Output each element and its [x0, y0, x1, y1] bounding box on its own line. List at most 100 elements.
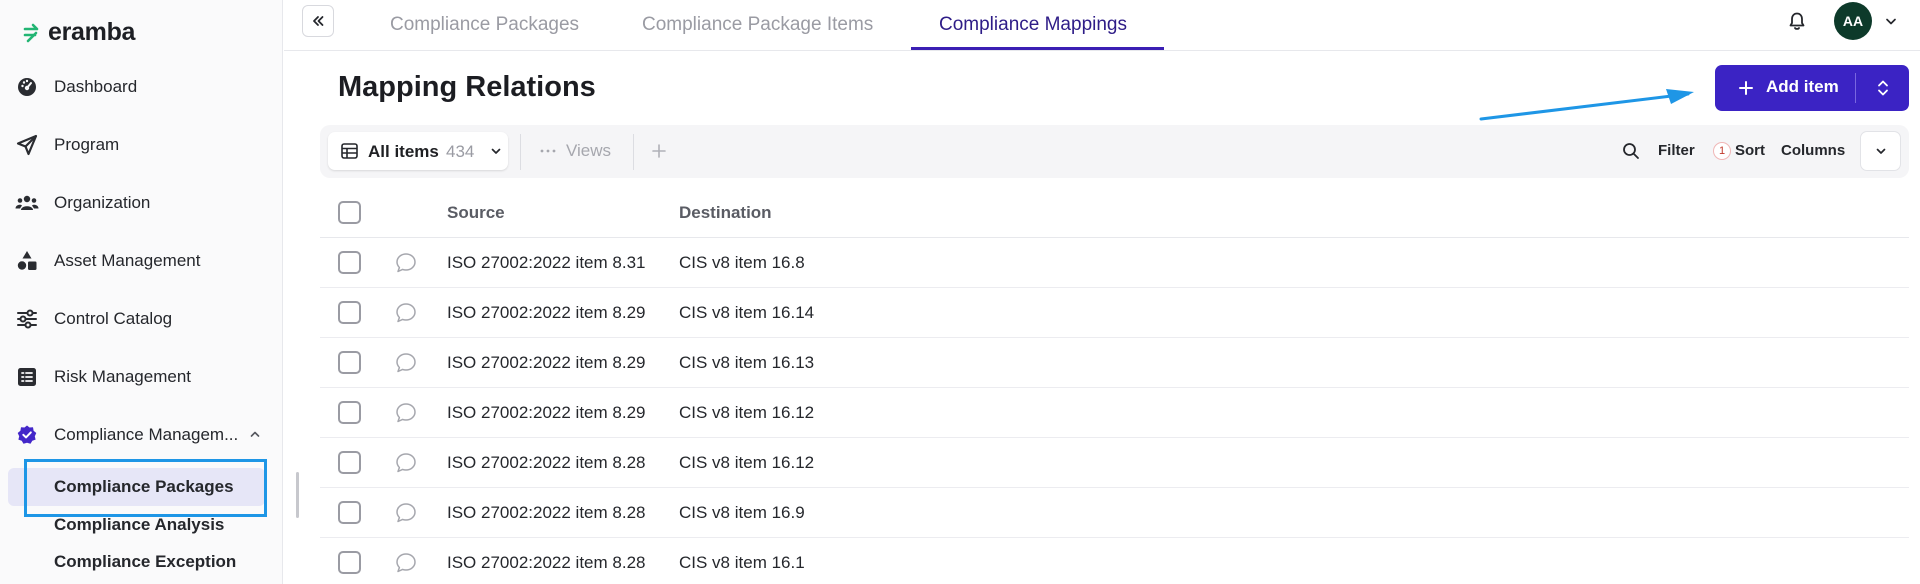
- table-row[interactable]: ISO 27002:2022 item 8.28 CIS v8 item 16.…: [320, 538, 1909, 584]
- tab-compliance-packages[interactable]: Compliance Packages: [390, 0, 579, 50]
- column-header-source[interactable]: Source: [447, 203, 505, 223]
- send-icon: [16, 134, 38, 156]
- active-tab-indicator: [911, 47, 1164, 50]
- sidebar-item-dashboard[interactable]: Dashboard: [0, 67, 283, 107]
- comment-icon[interactable]: [394, 451, 418, 475]
- cell-destination: CIS v8 item 16.12: [679, 403, 815, 422]
- bell-icon[interactable]: [1786, 10, 1808, 32]
- select-all-checkbox[interactable]: [338, 201, 361, 224]
- table-row[interactable]: ISO 27002:2022 item 8.28 CIS v8 item 16.…: [320, 488, 1909, 538]
- tab-compliance-package-items[interactable]: Compliance Package Items: [642, 0, 873, 50]
- toolbar-more-button[interactable]: [1860, 131, 1901, 171]
- view-label: All items: [368, 142, 439, 161]
- tab-compliance-mappings[interactable]: Compliance Mappings: [939, 0, 1127, 50]
- sliders-icon: [17, 309, 37, 329]
- row-checkbox[interactable]: [338, 451, 361, 474]
- chevron-down-icon[interactable]: [1884, 14, 1898, 28]
- users-icon: [15, 195, 39, 210]
- add-view-icon[interactable]: [650, 142, 668, 160]
- table-row[interactable]: ISO 27002:2022 item 8.31 CIS v8 item 16.…: [320, 238, 1909, 288]
- add-item-button[interactable]: Add item: [1715, 65, 1909, 111]
- cell-source: ISO 27002:2022 item 8.28: [447, 503, 646, 522]
- sidebar-item-label: Program: [54, 135, 120, 154]
- chevron-up-down-icon[interactable]: [1875, 79, 1891, 97]
- more-horizontal-icon: [540, 149, 556, 153]
- sort-button[interactable]: Sort: [1735, 142, 1765, 159]
- page-title: Mapping Relations: [338, 71, 596, 103]
- cell-destination: CIS v8 item 16.12: [679, 453, 815, 472]
- row-checkbox[interactable]: [338, 551, 361, 574]
- table-header: Source Destination: [320, 188, 1909, 238]
- row-checkbox[interactable]: [338, 501, 361, 524]
- button-divider: [1855, 73, 1856, 103]
- sidebar-item-control-catalog[interactable]: Control Catalog: [0, 299, 283, 339]
- columns-button[interactable]: Columns: [1781, 142, 1845, 159]
- eramba-logo-icon: [23, 23, 39, 42]
- comment-icon[interactable]: [394, 401, 418, 425]
- sidebar-subitem-label: Compliance Exception: [54, 552, 237, 571]
- sidebar-item-label: Control Catalog: [54, 309, 173, 328]
- chevron-down-icon: [491, 148, 501, 154]
- comment-icon[interactable]: [394, 251, 418, 275]
- annotation-highlight-box: [24, 459, 267, 517]
- cell-destination: CIS v8 item 16.8: [679, 253, 805, 272]
- cell-destination: CIS v8 item 16.13: [679, 353, 815, 372]
- sidebar-subitem-compliance-exception[interactable]: Compliance Exception: [8, 543, 265, 581]
- row-checkbox[interactable]: [338, 401, 361, 424]
- logo[interactable]: eramba: [22, 18, 135, 47]
- sidebar-item-program[interactable]: Program: [0, 125, 283, 165]
- filter-button[interactable]: Filter: [1658, 142, 1695, 159]
- views-menu[interactable]: Views: [540, 141, 611, 161]
- comment-icon[interactable]: [394, 301, 418, 325]
- table-row[interactable]: ISO 27002:2022 item 8.29 CIS v8 item 16.…: [320, 338, 1909, 388]
- row-checkbox[interactable]: [338, 301, 361, 324]
- sidebar-item-label: Risk Management: [54, 367, 192, 386]
- sidebar-item-label: Dashboard: [54, 77, 138, 96]
- comment-icon[interactable]: [394, 501, 418, 525]
- row-checkbox[interactable]: [338, 351, 361, 374]
- sidebar-item-compliance-management[interactable]: Compliance Managem...: [0, 415, 283, 455]
- cell-destination: CIS v8 item 16.1: [679, 553, 805, 572]
- add-item-label: Add item: [1766, 77, 1839, 96]
- comment-icon[interactable]: [394, 551, 418, 575]
- chevron-down-icon: [1876, 148, 1885, 154]
- cell-destination: CIS v8 item 16.9: [679, 503, 805, 522]
- chevron-up-icon[interactable]: [248, 427, 262, 441]
- cell-source: ISO 27002:2022 item 8.28: [447, 453, 646, 472]
- views-label: Views: [566, 141, 612, 160]
- cell-source: ISO 27002:2022 item 8.31: [447, 253, 646, 272]
- sidebar-item-label: Organization: [54, 193, 151, 212]
- column-header-destination[interactable]: Destination: [679, 203, 772, 223]
- collapse-sidebar-button[interactable]: [302, 5, 334, 37]
- table-row[interactable]: ISO 27002:2022 item 8.28 CIS v8 item 16.…: [320, 438, 1909, 488]
- sidebar-item-asset-management[interactable]: Asset Management: [0, 241, 283, 281]
- view-selector[interactable]: All items 434: [328, 132, 508, 170]
- view-toolbar: All items 434 Views Filter 1 Sort Column…: [320, 125, 1909, 178]
- comment-icon[interactable]: [394, 351, 418, 375]
- logo-text: eramba: [48, 18, 136, 46]
- list-icon: [18, 368, 36, 386]
- sidebar-subitem-label: Compliance Analysis: [54, 515, 225, 534]
- sidebar-item-organization[interactable]: Organization: [0, 183, 283, 223]
- sidebar-item-label: Asset Management: [54, 251, 201, 270]
- view-count: 434: [446, 142, 475, 161]
- shapes-icon: [17, 251, 37, 270]
- sort-count-badge: 1: [1713, 142, 1731, 160]
- annotation-arrow-icon: [1479, 89, 1694, 121]
- toolbar-divider: [633, 134, 634, 170]
- search-icon[interactable]: [1622, 142, 1640, 160]
- plus-icon: [1739, 81, 1753, 95]
- dashboard-icon: [18, 78, 36, 96]
- cell-source: ISO 27002:2022 item 8.29: [447, 303, 646, 322]
- table-row[interactable]: ISO 27002:2022 item 8.29 CIS v8 item 16.…: [320, 288, 1909, 338]
- cell-source: ISO 27002:2022 item 8.29: [447, 353, 646, 372]
- table-row[interactable]: ISO 27002:2022 item 8.29 CIS v8 item 16.…: [320, 388, 1909, 438]
- sidebar-scrollbar[interactable]: [296, 472, 299, 518]
- chevrons-left-icon: [313, 16, 324, 26]
- sidebar-item-risk-management[interactable]: Risk Management: [0, 357, 283, 397]
- avatar[interactable]: AA: [1834, 2, 1872, 40]
- row-checkbox[interactable]: [338, 251, 361, 274]
- cell-source: ISO 27002:2022 item 8.28: [447, 553, 646, 572]
- toolbar-divider: [520, 134, 521, 170]
- shield-check-icon: [17, 425, 37, 444]
